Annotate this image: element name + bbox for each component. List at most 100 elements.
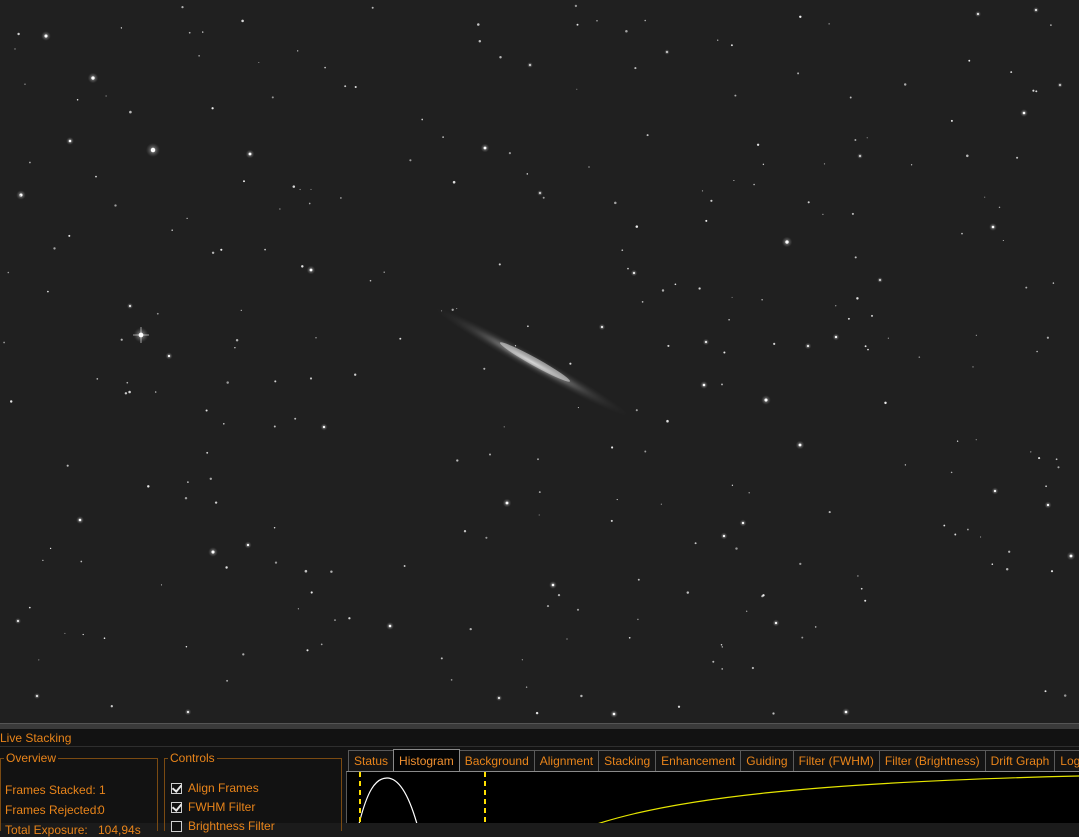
tab-drift-graph[interactable]: Drift Graph — [984, 750, 1056, 771]
tab-status[interactable]: Status — [348, 750, 395, 771]
star — [526, 173, 529, 175]
star — [503, 426, 505, 428]
star — [1005, 567, 1009, 571]
star — [611, 446, 614, 449]
tab-stacking[interactable]: Stacking — [598, 750, 657, 771]
star — [1057, 466, 1060, 469]
star — [702, 383, 706, 387]
star — [505, 501, 509, 505]
star — [498, 263, 501, 266]
star — [334, 619, 336, 621]
star — [226, 679, 229, 682]
star — [529, 64, 531, 66]
tab-histogram[interactable]: Histogram — [393, 749, 460, 772]
star — [340, 197, 342, 199]
star — [867, 348, 869, 351]
star — [17, 620, 19, 622]
star — [721, 383, 723, 386]
star — [734, 94, 737, 97]
star — [19, 194, 21, 197]
star — [860, 587, 863, 590]
live-stacking-panel: Live Stacking Overview Frames Stacked: 1… — [0, 729, 1079, 837]
star — [315, 337, 317, 339]
star — [991, 225, 995, 229]
star — [641, 301, 644, 303]
star — [762, 163, 765, 166]
frames-stacked-label: Frames Stacked: — [5, 783, 96, 797]
star — [403, 565, 406, 567]
star — [621, 249, 624, 252]
star — [76, 99, 79, 101]
star — [660, 503, 662, 505]
star — [542, 196, 545, 199]
star — [36, 695, 38, 697]
star — [1044, 690, 1047, 693]
star — [1052, 282, 1055, 284]
star — [128, 390, 131, 394]
star — [857, 575, 859, 577]
stacked-image-viewport[interactable] — [0, 0, 1079, 723]
star — [910, 164, 913, 166]
align-frames-checkbox[interactable]: Align Frames — [171, 781, 259, 795]
fwhm-filter-checkbox[interactable]: FWHM Filter — [171, 800, 255, 814]
star — [271, 96, 274, 99]
star — [274, 380, 277, 383]
star — [110, 705, 113, 708]
histogram-panel[interactable] — [346, 771, 1079, 823]
star — [1010, 71, 1013, 74]
tab-filter-fwhm[interactable]: Filter (FWHM) — [792, 750, 880, 771]
star — [799, 562, 802, 566]
histogram-plot — [358, 772, 1079, 823]
star — [701, 190, 704, 192]
star — [198, 55, 200, 57]
star — [279, 208, 281, 210]
star — [452, 180, 456, 184]
star — [114, 204, 117, 207]
brightness-filter-checkbox[interactable]: Brightness Filter — [171, 819, 275, 833]
star — [753, 183, 755, 186]
star — [171, 229, 173, 231]
checkbox-box[interactable] — [171, 820, 182, 832]
star — [756, 143, 760, 146]
star — [354, 373, 357, 376]
star — [828, 511, 831, 514]
star — [206, 451, 209, 454]
tab-filter-brightness[interactable]: Filter (Brightness) — [878, 750, 986, 771]
star — [980, 536, 982, 538]
star — [525, 686, 528, 688]
star — [167, 354, 171, 358]
star — [38, 659, 40, 661]
star — [246, 543, 250, 547]
star — [903, 83, 907, 86]
star — [537, 458, 539, 461]
star — [7, 271, 10, 274]
star — [991, 563, 994, 565]
star — [17, 32, 20, 36]
star — [731, 484, 734, 486]
star — [310, 188, 312, 190]
frames-stacked-value: 1 — [99, 783, 106, 797]
tab-log[interactable]: Log — [1054, 750, 1079, 771]
star — [600, 325, 604, 329]
stretch-curve — [598, 775, 1079, 823]
tab-alignment[interactable]: Alignment — [533, 750, 600, 771]
tab-guiding[interactable]: Guiding — [740, 750, 794, 771]
star — [828, 23, 830, 25]
star — [82, 633, 84, 636]
controls-legend: Controls — [170, 751, 215, 765]
star — [241, 19, 244, 23]
star — [722, 534, 726, 538]
tab-enhancement[interactable]: Enhancement — [655, 750, 742, 771]
star — [1022, 111, 1026, 115]
tab-background[interactable]: Background — [458, 750, 535, 771]
star — [299, 188, 301, 191]
checkbox-box[interactable] — [171, 782, 182, 794]
star — [577, 407, 579, 409]
star — [129, 305, 131, 307]
star — [797, 72, 800, 75]
star — [864, 599, 867, 602]
star — [635, 225, 639, 228]
star — [478, 39, 482, 43]
star — [612, 712, 616, 716]
checkbox-box[interactable] — [171, 801, 182, 813]
